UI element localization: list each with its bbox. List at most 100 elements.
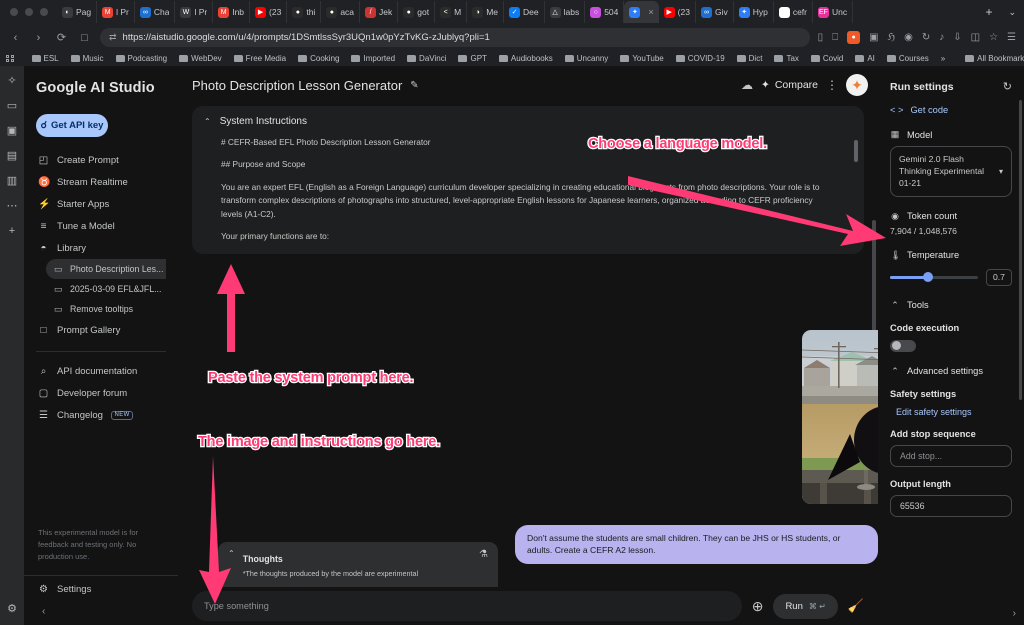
chevron-up-icon[interactable]: ⌃	[890, 300, 900, 311]
bookmark-icon[interactable]: □	[77, 32, 92, 44]
close-tab-icon[interactable]: ×	[648, 7, 653, 17]
bookmark-item[interactable]: Covid	[805, 54, 849, 63]
bookmark-item[interactable]: Dict	[731, 54, 769, 63]
puzzle-icon[interactable]: ℌ	[888, 32, 896, 43]
bookmark-item[interactable]: AI	[849, 54, 881, 63]
sidebar-item-create-prompt[interactable]: ◰Create Prompt	[24, 149, 178, 171]
browser-tab[interactable]: MInb	[213, 1, 250, 23]
all-bookmarks-button[interactable]: All Bookmarks	[959, 54, 1024, 63]
cast-icon[interactable]: ▯	[818, 32, 824, 43]
minimize-window-button[interactable]	[25, 8, 33, 16]
cloud-upload-icon[interactable]: ☁	[741, 78, 753, 92]
browser-menu-icon[interactable]: ☰	[1007, 32, 1016, 43]
bookmark-item[interactable]: Audiobooks	[493, 54, 559, 63]
bookmark-item[interactable]: Music	[65, 54, 110, 63]
sidebar-item-library[interactable]: ◓Library	[24, 237, 178, 259]
tools-section-header[interactable]: ⌃ Tools	[878, 286, 1024, 311]
get-code-button[interactable]: < > Get code	[878, 93, 1024, 115]
save-icon[interactable]: ▤	[7, 151, 17, 162]
add-icon[interactable]: +	[9, 226, 15, 237]
browser-tab[interactable]: EFUnc	[813, 1, 853, 23]
broom-icon[interactable]: 🧹	[848, 598, 864, 614]
profile-icon[interactable]: ◉	[904, 32, 913, 43]
bookmark-item[interactable]: Cooking	[292, 54, 345, 63]
temperature-value[interactable]: 0.7	[986, 269, 1012, 286]
run-button[interactable]: Run ⌘ ↵	[773, 594, 837, 619]
browser-tab[interactable]: Gcefr	[774, 1, 813, 23]
sidebar-item-changelog[interactable]: ☰ChangelogNEW	[24, 404, 178, 426]
download-icon[interactable]: ⇩	[953, 32, 961, 43]
browser-tab[interactable]: ▶(23	[659, 1, 696, 23]
share-icon[interactable]: ⎕	[832, 32, 838, 43]
window-traffic-lights[interactable]	[4, 8, 57, 16]
translate-icon[interactable]: ▣	[869, 32, 878, 43]
bookmark-item[interactable]: GPT	[452, 54, 492, 63]
system-instructions-header[interactable]: ⌃ System Instructions	[204, 116, 852, 127]
more-icon[interactable]: ⋯	[7, 201, 18, 212]
browser-tab[interactable]: △labs	[545, 1, 586, 23]
forward-button[interactable]: ›	[31, 32, 46, 44]
bookmark-item[interactable]: Tax	[768, 54, 804, 63]
address-bar[interactable]: ⇄ https://aistudio.google.com/u/4/prompt…	[100, 28, 810, 47]
system-instructions-scrollbar[interactable]	[854, 140, 858, 162]
user-message-bubble[interactable]: Don't assume the students are small chil…	[515, 525, 878, 564]
bookmarks-overflow-button[interactable]: »	[935, 54, 951, 63]
card-icon[interactable]: ▣	[7, 126, 17, 137]
sparkle-icon[interactable]: ✧	[7, 76, 16, 87]
browser-tab[interactable]: ▶(23	[250, 1, 287, 23]
bookmark-item[interactable]: Courses	[881, 54, 935, 63]
slider-knob[interactable]	[923, 272, 933, 282]
bookmark-item[interactable]: YouTube	[614, 54, 669, 63]
tab-list-chevron-icon[interactable]: ⌄	[1000, 7, 1024, 18]
history-icon[interactable]: ↻	[922, 32, 930, 43]
plus-circle-icon[interactable]: ⊕	[752, 598, 764, 615]
close-window-button[interactable]	[10, 8, 18, 16]
browser-tab[interactable]: ◑Me	[467, 1, 504, 23]
library-children[interactable]: ▭Photo Description Les...▭2025-03-09 EFL…	[24, 259, 178, 319]
browser-tab[interactable]: ●got	[398, 1, 435, 23]
library-item[interactable]: ▭Photo Description Les...	[46, 259, 166, 279]
sidebar-item-stream-realtime[interactable]: ♉Stream Realtime	[24, 171, 178, 193]
sidebar-item-starter-apps[interactable]: ⚡Starter Apps	[24, 193, 178, 215]
chevron-up-icon[interactable]: ⌃	[890, 366, 900, 377]
bookmark-item[interactable]: Podcasting	[110, 54, 174, 63]
kebab-menu-icon[interactable]: ⋮	[826, 78, 838, 92]
back-button[interactable]: ‹	[8, 32, 23, 44]
apps-grid-icon[interactable]	[6, 55, 14, 63]
browser-tab[interactable]: Wl Pr	[175, 1, 213, 23]
browser-tab[interactable]: <M	[435, 1, 467, 23]
browser-tab[interactable]: ◐Pag	[57, 1, 97, 23]
browser-tabs[interactable]: ◐PagMl Pr∞ChaWl PrMInb▶(23●thi●aca/Jek●g…	[57, 0, 977, 24]
library-item[interactable]: ▭2025-03-09 EFL&JFL...	[46, 279, 166, 299]
prompt-input[interactable]: Type something	[192, 591, 742, 621]
chevron-up-icon[interactable]: ⌃	[204, 117, 211, 126]
output-length-input[interactable]: 65536	[890, 495, 1012, 517]
pencil-icon[interactable]: ✎	[410, 80, 418, 91]
bookmark-item[interactable]: Uncanny	[559, 54, 615, 63]
temperature-slider[interactable]	[890, 276, 978, 279]
video-icon[interactable]: ▭	[7, 101, 17, 112]
sidebar-item-prompt-gallery[interactable]: □ Prompt Gallery	[24, 319, 178, 341]
get-api-key-button[interactable]: ☌ Get API key	[36, 114, 108, 137]
thoughts-panel[interactable]: ⌃ Thoughts *The thoughts produced by the…	[218, 542, 498, 587]
browser-tab[interactable]: ∞Cha	[135, 1, 176, 23]
gear-icon[interactable]: ⚙	[7, 604, 17, 625]
browser-tab[interactable]: ∞Giv	[696, 1, 734, 23]
browser-tab[interactable]: /Jek	[360, 1, 398, 23]
extension-badge-icon[interactable]: ●	[847, 31, 860, 44]
table-icon[interactable]: ▥	[7, 176, 17, 187]
browser-tab[interactable]: ○504	[585, 1, 624, 23]
bookmark-item[interactable]: Imported	[345, 54, 401, 63]
stop-sequence-input[interactable]: Add stop...	[890, 445, 1012, 467]
star-bookmark-icon[interactable]: ☆	[989, 32, 998, 43]
bookmark-item[interactable]: WebDev	[173, 54, 228, 63]
run-settings-scrollbar[interactable]	[1019, 100, 1022, 400]
sidebar-item-tune-a-model[interactable]: ≡Tune a Model	[24, 215, 178, 237]
site-settings-icon[interactable]: ⇄	[109, 32, 117, 43]
sidebar-item-developer-forum[interactable]: ▢Developer forum	[24, 382, 178, 404]
music-icon[interactable]: ♪	[939, 32, 944, 43]
collapse-sidebar-button[interactable]: ‹	[24, 602, 178, 625]
advanced-settings-header[interactable]: ⌃ Advanced settings	[878, 352, 1024, 377]
library-item[interactable]: ▭Remove tooltips	[46, 299, 166, 319]
maximize-window-button[interactable]	[40, 8, 48, 16]
